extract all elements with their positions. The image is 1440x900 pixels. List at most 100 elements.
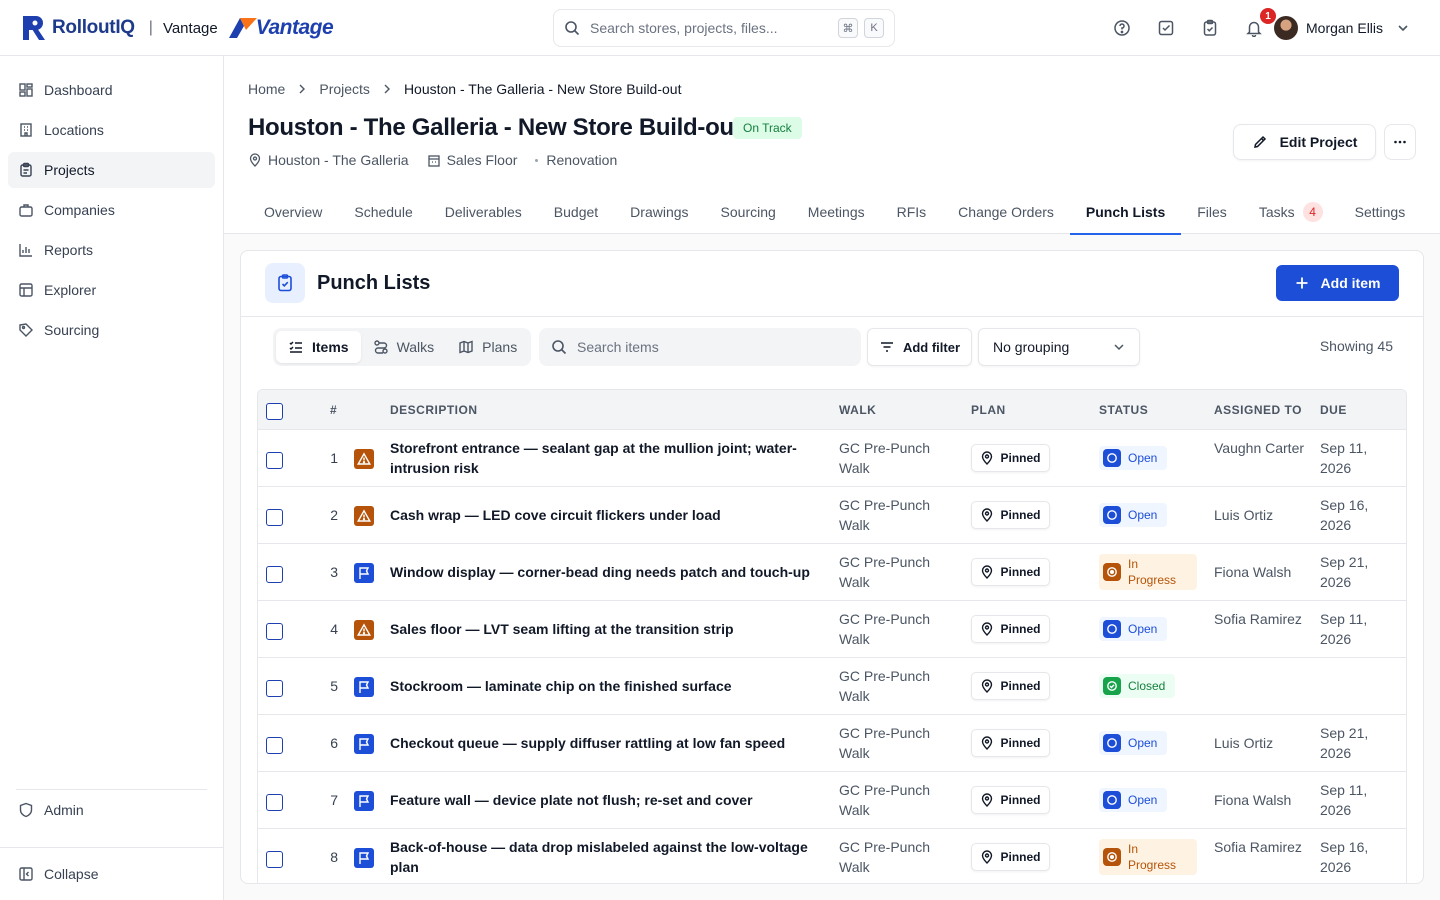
status-text: In Progress xyxy=(1128,842,1177,872)
add-item-button[interactable]: Add item xyxy=(1276,265,1399,301)
grouping-select[interactable]: No grouping xyxy=(978,328,1140,366)
plan-pinned-button[interactable]: Pinned xyxy=(971,729,1050,757)
row-checkbox[interactable] xyxy=(266,851,283,868)
brand[interactable]: RolloutIQ | Vantage Vantage xyxy=(22,14,334,42)
item-description[interactable]: Cash wrap — LED cove circuit flickers un… xyxy=(390,505,815,525)
sidebar-item-companies[interactable]: Companies xyxy=(8,192,215,228)
plan-pinned-button[interactable]: Pinned xyxy=(971,501,1050,529)
plan-pinned-button[interactable]: Pinned xyxy=(971,786,1050,814)
sidebar-item-sourcing[interactable]: Sourcing xyxy=(8,312,215,348)
table-row[interactable]: 6 Checkout queue — supply diffuser rattli… xyxy=(258,715,1406,772)
row-checkbox[interactable] xyxy=(266,566,283,583)
status-badge: Open xyxy=(1099,788,1168,812)
tasks-check-icon[interactable] xyxy=(1154,16,1178,40)
header-description[interactable]: DESCRIPTION xyxy=(390,403,478,417)
add-filter-button[interactable]: Add filter xyxy=(867,328,972,366)
table-row[interactable]: 2 Cash wrap — LED cove circuit flickers u… xyxy=(258,487,1406,544)
tenant-label: Vantage xyxy=(162,19,218,37)
view-items-button[interactable]: Items xyxy=(276,331,361,363)
item-description[interactable]: Stockroom — laminate chip on the finishe… xyxy=(390,676,815,696)
sidebar-item-reports[interactable]: Reports xyxy=(8,232,215,268)
status-badge: In Progress xyxy=(1099,554,1197,590)
tab-punch-lists[interactable]: Punch Lists xyxy=(1069,189,1182,235)
row-checkbox[interactable] xyxy=(266,737,283,754)
tab-drawings[interactable]: Drawings xyxy=(614,189,704,234)
table-row[interactable]: 5 Stockroom — laminate chip on the finish… xyxy=(258,658,1406,715)
header-status[interactable]: STATUS xyxy=(1099,403,1148,417)
row-checkbox[interactable] xyxy=(266,623,283,640)
tab-settings[interactable]: Settings xyxy=(1339,189,1422,234)
tab-deliverables[interactable]: Deliverables xyxy=(429,189,538,234)
header-walk[interactable]: WALK xyxy=(839,403,876,417)
table-row[interactable]: 8 Back-of-house — data drop mislabeled ag… xyxy=(258,829,1406,883)
route-icon xyxy=(373,340,388,354)
item-description[interactable]: Back-of-house — data drop mislabeled aga… xyxy=(390,837,815,877)
header-plan[interactable]: PLAN xyxy=(971,403,1006,417)
project-location-text: Houston - The Galleria xyxy=(268,152,409,168)
row-checkbox[interactable] xyxy=(266,794,283,811)
collapse-sidebar-button[interactable]: Collapse xyxy=(0,847,223,900)
select-all-checkbox[interactable] xyxy=(266,403,283,420)
user-menu[interactable]: Morgan Ellis xyxy=(1274,16,1409,40)
briefcase-icon xyxy=(19,204,33,217)
clipboard-check-icon[interactable] xyxy=(1198,16,1222,40)
item-number: 2 xyxy=(330,507,338,523)
more-actions-button[interactable] xyxy=(1384,124,1416,160)
sidebar-item-explorer[interactable]: Explorer xyxy=(8,272,215,308)
warning-icon xyxy=(354,620,374,640)
item-description[interactable]: Storefront entrance — sealant gap at the… xyxy=(390,438,815,478)
status-badge: Open xyxy=(1099,731,1168,755)
header-due[interactable]: DUE xyxy=(1320,403,1347,417)
breadcrumb-projects[interactable]: Projects xyxy=(319,81,370,97)
tab-meetings[interactable]: Meetings xyxy=(792,189,881,234)
sidebar-item-projects[interactable]: Projects xyxy=(8,152,215,188)
plan-pinned-button[interactable]: Pinned xyxy=(971,444,1050,472)
tab-tasks[interactable]: Tasks 4 xyxy=(1243,189,1339,234)
item-due-date: Sep 11, 2026 xyxy=(1320,611,1368,647)
item-description[interactable]: Checkout queue — supply diffuser rattlin… xyxy=(390,733,815,753)
view-plans-button[interactable]: Plans xyxy=(446,331,529,363)
table-row[interactable]: 1 Storefront entrance — sealant gap at th… xyxy=(258,430,1406,487)
meta-dot xyxy=(535,158,539,162)
plan-pinned-button[interactable]: Pinned xyxy=(971,843,1050,871)
item-description[interactable]: Feature wall — device plate not flush; r… xyxy=(390,790,815,810)
table-row[interactable]: 3 Window display — corner-bead ding needs… xyxy=(258,544,1406,601)
card-title: Punch Lists xyxy=(317,272,431,294)
item-search-input[interactable]: Search items xyxy=(539,328,861,366)
table-row[interactable]: 7 Feature wall — device plate not flush; … xyxy=(258,772,1406,829)
tab-rfis[interactable]: RFIs xyxy=(881,189,943,234)
project-tabs: Overview Schedule Deliverables Budget Dr… xyxy=(224,189,1440,235)
plan-pinned-button[interactable]: Pinned xyxy=(971,615,1050,643)
item-description[interactable]: Window display — corner-bead ding needs … xyxy=(390,562,815,582)
bell-icon[interactable]: 1 xyxy=(1242,8,1276,40)
sidebar-item-admin[interactable]: Admin xyxy=(0,790,223,830)
global-search-input[interactable]: Search stores, projects, files... ⌘ K xyxy=(553,9,895,47)
flag-icon xyxy=(354,677,374,697)
map-pin-icon xyxy=(982,736,993,750)
tab-files[interactable]: Files xyxy=(1181,189,1243,234)
help-icon[interactable] xyxy=(1110,16,1134,40)
tab-budget[interactable]: Budget xyxy=(538,189,614,234)
status-open-icon xyxy=(1103,506,1121,524)
table-row[interactable]: 4 Sales floor — LVT seam lifting at the t… xyxy=(258,601,1406,658)
plan-pinned-button[interactable]: Pinned xyxy=(971,558,1050,586)
edit-project-button[interactable]: Edit Project xyxy=(1233,124,1376,160)
sidebar-item-dashboard[interactable]: Dashboard xyxy=(8,72,215,108)
sidebar-item-locations[interactable]: Locations xyxy=(8,112,215,148)
row-checkbox[interactable] xyxy=(266,680,283,697)
tab-sourcing[interactable]: Sourcing xyxy=(705,189,792,234)
header-assigned-to[interactable]: ASSIGNED TO xyxy=(1214,403,1302,417)
row-checkbox[interactable] xyxy=(266,509,283,526)
tab-schedule[interactable]: Schedule xyxy=(338,189,428,234)
row-checkbox[interactable] xyxy=(266,452,283,469)
view-walks-button[interactable]: Walks xyxy=(361,331,447,363)
plan-pinned-button[interactable]: Pinned xyxy=(971,672,1050,700)
tab-change-orders[interactable]: Change Orders xyxy=(942,189,1070,234)
status-in-progress-icon xyxy=(1103,563,1121,581)
item-description[interactable]: Sales floor — LVT seam lifting at the tr… xyxy=(390,619,815,639)
plan-pinned-label: Pinned xyxy=(1000,679,1041,693)
status-badge: Open xyxy=(1099,617,1168,641)
tab-overview[interactable]: Overview xyxy=(248,189,338,234)
breadcrumb-home[interactable]: Home xyxy=(248,81,285,97)
filter-icon xyxy=(880,342,893,352)
